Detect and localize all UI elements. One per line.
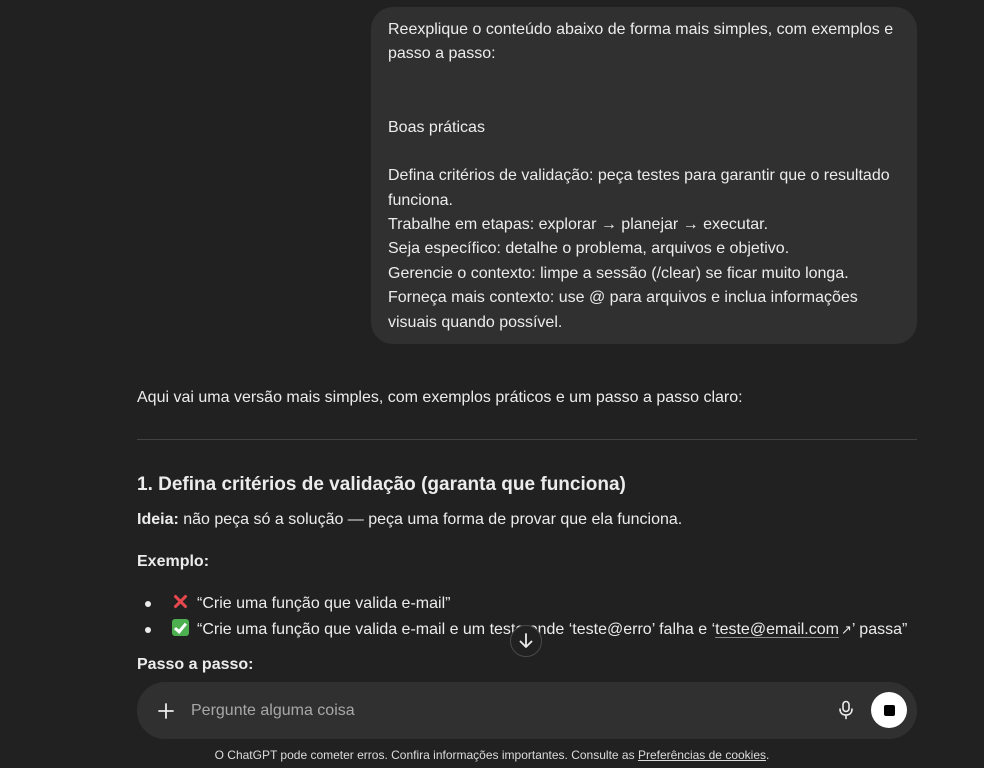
user-message-item: Trabalhe em etapas: explorar → planejar …: [388, 216, 769, 234]
scroll-to-bottom-button[interactable]: [510, 625, 542, 657]
stop-generating-button[interactable]: [871, 692, 907, 728]
dictate-button[interactable]: [833, 697, 859, 723]
example-label: Exemplo:: [137, 553, 210, 570]
user-message-bubble: Reexplique o conteúdo abaixo de forma ma…: [371, 7, 917, 344]
check-mark-icon: [172, 619, 189, 636]
external-link-icon[interactable]: ↗: [841, 622, 852, 637]
plus-icon: [157, 702, 174, 719]
chat-page: Reexplique o conteúdo abaixo de forma ma…: [0, 0, 984, 768]
assistant-intro: Aqui vai uma versão mais simples, com ex…: [137, 389, 743, 406]
bad-example-text: “Crie uma função que valida e-mail”: [197, 595, 451, 612]
email-link[interactable]: teste@email.com: [715, 621, 839, 638]
user-message-item: Seja específico: detalhe o problema, arq…: [388, 240, 790, 258]
composer: [137, 682, 917, 739]
disclaimer: O ChatGPT pode cometer erros. Confira in…: [0, 746, 984, 764]
cookie-preferences-link[interactable]: Preferências de cookies: [638, 748, 766, 762]
list-item: “Crie uma função que valida e-mail”: [137, 592, 917, 618]
disclaimer-end: .: [766, 748, 770, 762]
user-message-request: Reexplique o conteúdo abaixo de forma ma…: [388, 21, 894, 63]
idea-paragraph: Ideia: não peça só a solução — peça uma …: [137, 509, 917, 531]
idea-label: Ideia:: [137, 511, 179, 528]
bullet-dot: [145, 627, 151, 633]
good-example-suffix: ’ passa”: [851, 621, 908, 638]
assistant-message: Aqui vai uma versão mais simples, com ex…: [137, 384, 917, 644]
prompt-input[interactable]: [191, 699, 791, 723]
good-example-prefix: “Crie uma função que valida e-mail e um …: [197, 621, 716, 638]
steps-label: Passo a passo:: [137, 656, 254, 673]
microphone-icon: [839, 700, 853, 720]
user-message-item: Gerencie o contexto: limpe a sessão (/cl…: [388, 264, 849, 282]
section-title: 1. Defina critérios de validação (garant…: [137, 474, 626, 495]
user-message-heading: Boas práticas: [388, 118, 485, 136]
arrow-down-icon: [519, 633, 533, 648]
idea-text: não peça só a solução — peça uma forma d…: [178, 511, 683, 528]
cross-mark-icon: [172, 593, 189, 610]
stop-icon: [883, 704, 895, 716]
user-message-item: Forneça mais contexto: use @ para arquiv…: [388, 289, 858, 331]
divider: [137, 439, 917, 440]
bullet-dot: [145, 601, 151, 607]
add-attachment-button[interactable]: [151, 696, 180, 725]
user-message-item: Defina critérios de validação: peça test…: [388, 167, 890, 209]
disclaimer-text: O ChatGPT pode cometer erros. Confira in…: [214, 748, 638, 762]
